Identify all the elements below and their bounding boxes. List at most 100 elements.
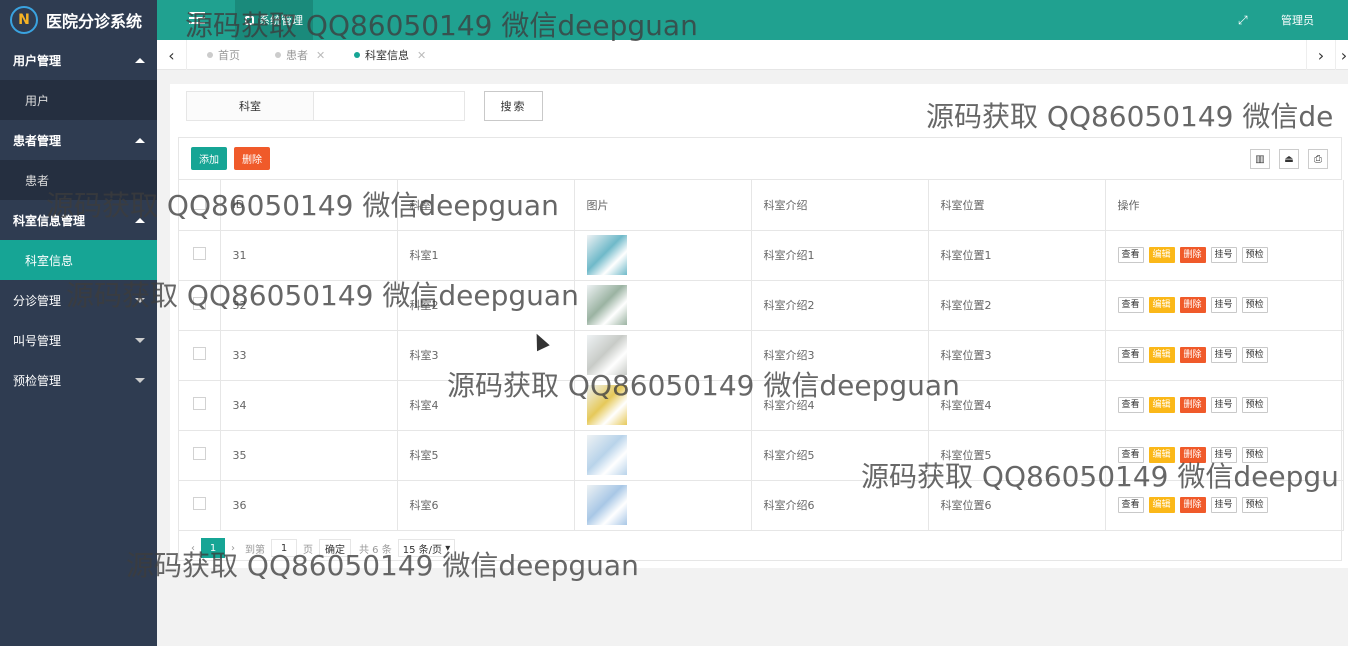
tab-dot-icon [354,52,360,58]
page-unit-label: 页 [303,544,313,556]
select-all-checkbox[interactable] [179,180,221,231]
cell-image[interactable] [574,430,752,481]
col-header-name[interactable]: 科室 [397,180,575,231]
edit-button[interactable]: 编辑 [1148,397,1175,413]
view-button[interactable]: 查看 [1117,397,1144,413]
edit-button[interactable]: 编辑 [1148,447,1175,463]
edit-button[interactable]: 编辑 [1148,497,1175,513]
close-icon[interactable]: ✕ [316,49,325,62]
sidebar-group-user[interactable]: 用户管理 [0,40,157,80]
cell-name: 科室4 [397,380,575,431]
delete-row-button[interactable]: 删除 [1179,447,1206,463]
print-icon[interactable]: ⎙ [1308,149,1328,169]
fullscreen-icon[interactable]: ⤢ [1238,13,1248,28]
tab-dot-icon [207,52,213,58]
view-button[interactable]: 查看 [1117,247,1144,263]
sidebar-group-calling[interactable]: 叫号管理 [0,320,157,360]
prev-page-icon[interactable]: ‹ [191,543,195,554]
cell-image[interactable] [574,480,752,531]
row-checkbox[interactable] [179,480,221,531]
edit-button[interactable]: 编辑 [1148,247,1175,263]
tab-menu-icon[interactable]: › [1337,40,1348,70]
delete-row-button[interactable]: 删除 [1179,297,1206,313]
row-checkbox[interactable] [179,280,221,331]
department-thumbnail[interactable] [586,235,627,275]
view-button[interactable]: 查看 [1117,447,1144,463]
tab-home[interactable]: 首页 [207,40,240,70]
register-button[interactable]: 挂号 [1210,247,1237,263]
department-thumbnail[interactable] [586,385,627,425]
delete-row-button[interactable]: 删除 [1179,497,1206,513]
cell-image[interactable] [574,380,752,431]
edit-button[interactable]: 编辑 [1148,347,1175,363]
department-thumbnail[interactable] [586,435,627,475]
cell-intro: 科室介绍3 [751,330,929,381]
delete-row-button[interactable]: 删除 [1179,247,1206,263]
col-header-id[interactable]: ID [220,180,398,231]
row-checkbox[interactable] [179,380,221,431]
user-menu[interactable]: 管理员 [1281,12,1314,28]
cell-image[interactable] [574,280,752,331]
register-button[interactable]: 挂号 [1210,347,1237,363]
table-header-row: ID 科室 图片 科室介绍 科室位置 操作 [179,180,1344,231]
page-size-select[interactable]: 15 条/页 ▾ [397,539,456,557]
columns-icon[interactable]: ▥ [1250,149,1270,169]
view-button[interactable]: 查看 [1117,297,1144,313]
tab-bar: ‹ 首页 患者 ✕ 科室信息 ✕ › › [157,40,1348,70]
row-checkbox[interactable] [179,330,221,381]
register-button[interactable]: 挂号 [1210,447,1237,463]
cell-image[interactable] [574,230,752,281]
precheck-button[interactable]: 预检 [1241,247,1268,263]
page-jump-input[interactable]: 1 [271,539,297,557]
cell-image[interactable] [574,330,752,381]
sidebar: N 医院分诊系统 用户管理 用户 患者管理 患者 科室信息管理 科室信息 分诊管… [0,0,157,646]
precheck-button[interactable]: 预检 [1241,397,1268,413]
search-button[interactable]: 搜索 [484,91,543,121]
page-current[interactable]: 1 [201,538,225,558]
tab-scroll-right-icon[interactable]: › [1306,40,1336,70]
menu-toggle-icon[interactable] [189,12,205,26]
tab-scroll-left-icon[interactable]: ‹ [157,40,187,70]
cell-actions: 查看 编辑 删除 挂号 预检 [1105,430,1344,481]
cell-name: 科室6 [397,480,575,531]
precheck-button[interactable]: 预检 [1241,297,1268,313]
precheck-button[interactable]: 预检 [1241,497,1268,513]
page-confirm-button[interactable]: 确定 [319,539,351,557]
department-thumbnail[interactable] [586,285,627,325]
tab-patient[interactable]: 患者 ✕ [275,40,325,70]
edit-button[interactable]: 编辑 [1148,297,1175,313]
header-tab-system[interactable]: 系统管理 [235,0,313,40]
export-icon[interactable]: ⏏ [1279,149,1299,169]
cell-id: 35 [220,430,398,481]
sidebar-group-precheck[interactable]: 预检管理 [0,360,157,400]
search-input[interactable] [313,91,465,121]
department-thumbnail[interactable] [586,485,627,525]
next-page-icon[interactable]: › [231,543,235,554]
sidebar-item-patient[interactable]: 患者 [0,160,157,200]
sidebar-group-triage[interactable]: 分诊管理 [0,280,157,320]
close-icon[interactable]: ✕ [417,49,426,62]
delete-button[interactable]: 删除 [234,147,270,170]
cell-intro: 科室介绍4 [751,380,929,431]
register-button[interactable]: 挂号 [1210,297,1237,313]
view-button[interactable]: 查看 [1117,347,1144,363]
view-button[interactable]: 查看 [1117,497,1144,513]
department-thumbnail[interactable] [586,335,627,375]
precheck-button[interactable]: 预检 [1241,347,1268,363]
register-button[interactable]: 挂号 [1210,497,1237,513]
precheck-button[interactable]: 预检 [1241,447,1268,463]
register-button[interactable]: 挂号 [1210,397,1237,413]
sidebar-group-patient[interactable]: 患者管理 [0,120,157,160]
total-count: 共 6 条 [359,544,392,556]
tab-department-info[interactable]: 科室信息 ✕ [354,40,426,70]
add-button[interactable]: 添加 [191,147,227,170]
row-checkbox[interactable] [179,430,221,481]
sidebar-item-user[interactable]: 用户 [0,80,157,120]
cell-location: 科室位置5 [928,430,1106,481]
delete-row-button[interactable]: 删除 [1179,347,1206,363]
row-checkbox[interactable] [179,230,221,281]
delete-row-button[interactable]: 删除 [1179,397,1206,413]
cell-location: 科室位置3 [928,330,1106,381]
sidebar-group-department[interactable]: 科室信息管理 [0,200,157,240]
sidebar-item-department-info[interactable]: 科室信息 [0,240,157,280]
